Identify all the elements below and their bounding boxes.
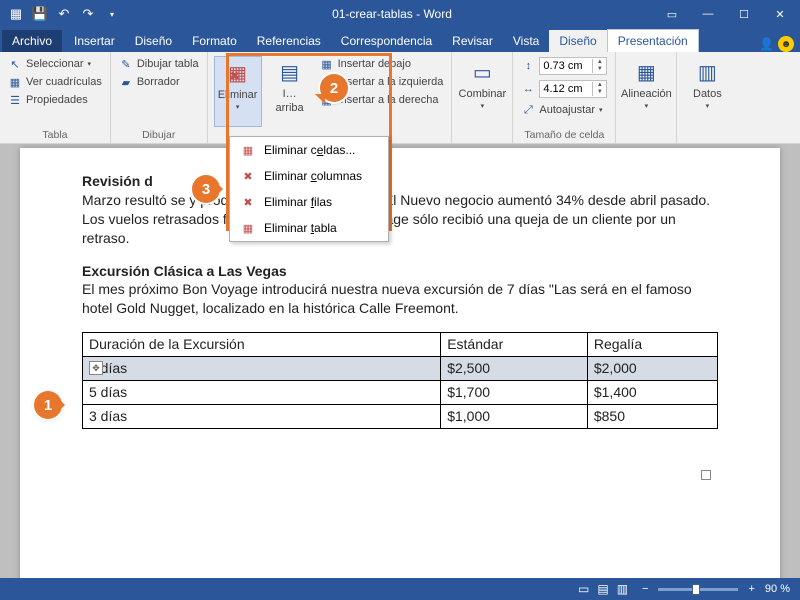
- paragraph-2: El mes próximo Bon Voyage introducirá nu…: [82, 280, 718, 318]
- table-move-handle[interactable]: ✥: [89, 361, 103, 375]
- heading-1: Revisión d: [82, 173, 153, 189]
- callout-3: 3: [192, 175, 220, 203]
- group-combinar: ▭ Combinar▾: [452, 52, 513, 143]
- table-row: 5 días $1,700 $1,400: [83, 381, 718, 405]
- save-icon[interactable]: 💾: [32, 6, 48, 22]
- heading-2: Excursión Clásica a Las Vegas: [82, 262, 718, 281]
- row-height-icon: ↕: [521, 59, 535, 73]
- col-width-icon: ↔: [521, 82, 535, 96]
- callout-1: 1: [34, 391, 62, 419]
- group-dibujar-label: Dibujar: [117, 127, 201, 141]
- table-row: 3 días $1,000 $850: [83, 404, 718, 428]
- delete-table-icon: ▦✖: [224, 59, 252, 87]
- feedback-icon[interactable]: ☻: [778, 36, 794, 52]
- status-bar: ▭▤▥ − + 90 %: [0, 578, 800, 600]
- alto-fila-input[interactable]: ▲▼: [539, 57, 607, 75]
- web-layout-icon: ▥: [613, 582, 632, 596]
- align-icon: ▦: [632, 58, 660, 86]
- prices-table[interactable]: Duración de la Excursión Estándar Regalí…: [82, 332, 718, 429]
- delete-table-icon: ▦: [240, 220, 256, 236]
- zoom-in-button[interactable]: +: [748, 583, 754, 595]
- menu-eliminar-celdas[interactable]: ▦Eliminar celdas...: [230, 137, 388, 163]
- tab-diseno[interactable]: Diseño: [125, 30, 182, 52]
- group-tamano-label: Tamaño de celda: [519, 127, 609, 141]
- group-alineacion: ▦ Alineación▾: [616, 52, 677, 143]
- paragraph-1: Marzo resultó se y productivo para Bon V…: [82, 191, 718, 248]
- dibujar-tabla-button[interactable]: ✎Dibujar tabla: [117, 56, 201, 72]
- delete-columns-icon: ✖: [240, 168, 256, 184]
- view-buttons[interactable]: ▭▤▥: [574, 582, 632, 596]
- insertar-arriba-button[interactable]: ▤ I… arriba: [266, 56, 314, 127]
- tab-revisar[interactable]: Revisar: [442, 30, 503, 52]
- menu-eliminar-filas[interactable]: ✖Eliminar filas: [230, 189, 388, 215]
- merge-icon: ▭: [468, 58, 496, 86]
- eliminar-button[interactable]: ▦✖ Eliminar ▾: [214, 56, 262, 127]
- read-mode-icon: ▭: [574, 582, 593, 596]
- share-icon[interactable]: 👤: [759, 37, 774, 51]
- zoom-level[interactable]: 90 %: [765, 583, 790, 595]
- group-tabla: ↖Seleccionar ▾ ▦Ver cuadrículas ☰Propied…: [0, 52, 111, 143]
- pencil-icon: ✎: [119, 57, 133, 71]
- propiedades-button[interactable]: ☰Propiedades: [6, 92, 104, 108]
- tab-correspondencia[interactable]: Correspondencia: [331, 30, 442, 52]
- document-area[interactable]: Revisión d--- --- Marzo resultó se y pro…: [0, 144, 800, 578]
- tab-presentacion[interactable]: Presentación: [607, 29, 699, 52]
- autoajustar-button[interactable]: ⤢Autoajustar ▾: [519, 102, 609, 118]
- properties-icon: ☰: [8, 93, 22, 107]
- delete-rows-icon: ✖: [240, 194, 256, 210]
- insert-below-icon: ▦: [320, 57, 334, 71]
- tab-file[interactable]: Archivo: [2, 30, 62, 52]
- combinar-button[interactable]: ▭ Combinar▾: [458, 56, 506, 127]
- datos-button[interactable]: ▥ Datos▾: [683, 56, 731, 127]
- borrador-button[interactable]: ▰Borrador: [117, 74, 201, 90]
- pointer-icon: ↖: [8, 57, 22, 71]
- seleccionar-button[interactable]: ↖Seleccionar ▾: [6, 56, 104, 72]
- table-row: Duración de la Excursión Estándar Regalí…: [83, 333, 718, 357]
- insertar-debajo-button[interactable]: ▦Insertar debajo: [318, 56, 446, 72]
- table-row: 7 días $2,500 $2,000: [83, 357, 718, 381]
- ribbon: ↖Seleccionar ▾ ▦Ver cuadrículas ☰Propied…: [0, 52, 800, 144]
- undo-icon[interactable]: ↶: [56, 6, 72, 22]
- group-datos: ▥ Datos▾: [677, 52, 737, 143]
- table-resize-handle[interactable]: [701, 470, 711, 480]
- page[interactable]: Revisión d--- --- Marzo resultó se y pro…: [20, 148, 780, 578]
- tab-referencias[interactable]: Referencias: [247, 30, 331, 52]
- data-icon: ▥: [693, 58, 721, 86]
- word-app-icon: ▦: [8, 6, 24, 22]
- ribbon-tabs: Archivo Insertar Diseño Formato Referenc…: [0, 28, 800, 52]
- ancho-col-input[interactable]: ▲▼: [539, 80, 607, 98]
- close-button[interactable]: ✕: [764, 4, 796, 24]
- maximize-button[interactable]: ☐: [728, 4, 760, 24]
- tab-insertar[interactable]: Insertar: [64, 30, 125, 52]
- ver-cuadriculas-button[interactable]: ▦Ver cuadrículas: [6, 74, 104, 90]
- document-title: 01-crear-tablas - Word: [128, 7, 656, 21]
- menu-eliminar-columnas[interactable]: ✖Eliminar columnas: [230, 163, 388, 189]
- redo-icon[interactable]: ↷: [80, 6, 96, 22]
- insert-above-icon: ▤: [276, 58, 304, 86]
- minimize-button[interactable]: ―: [692, 4, 724, 24]
- delete-cells-icon: ▦: [240, 142, 256, 158]
- group-tamano: ↕ ▲▼ ↔ ▲▼ ⤢Autoajustar ▾ Tamaño de celda: [513, 52, 616, 143]
- grid-icon: ▦: [8, 75, 22, 89]
- group-dibujar: ✎Dibujar tabla ▰Borrador Dibujar: [111, 52, 208, 143]
- eraser-icon: ▰: [119, 75, 133, 89]
- autofit-icon: ⤢: [521, 103, 535, 117]
- ribbon-options-icon[interactable]: ▭: [656, 4, 688, 24]
- tab-vista[interactable]: Vista: [503, 30, 549, 52]
- print-layout-icon: ▤: [593, 582, 612, 596]
- zoom-out-button[interactable]: −: [642, 583, 648, 595]
- title-bar: ▦ 💾 ↶ ↷ ▾ 01-crear-tablas - Word ▭ ― ☐ ✕: [0, 0, 800, 28]
- zoom-slider[interactable]: [658, 588, 738, 591]
- menu-eliminar-tabla[interactable]: ▦Eliminar tabla: [230, 215, 388, 241]
- eliminar-menu: ▦Eliminar celdas... ✖Eliminar columnas ✖…: [229, 136, 389, 242]
- tab-diseno-2[interactable]: Diseño: [549, 30, 606, 52]
- callout-2: 2: [320, 74, 348, 102]
- alineacion-button[interactable]: ▦ Alineación▾: [622, 56, 670, 127]
- group-tabla-label: Tabla: [6, 127, 104, 141]
- qat-more-icon[interactable]: ▾: [104, 6, 120, 22]
- tab-formato[interactable]: Formato: [182, 30, 247, 52]
